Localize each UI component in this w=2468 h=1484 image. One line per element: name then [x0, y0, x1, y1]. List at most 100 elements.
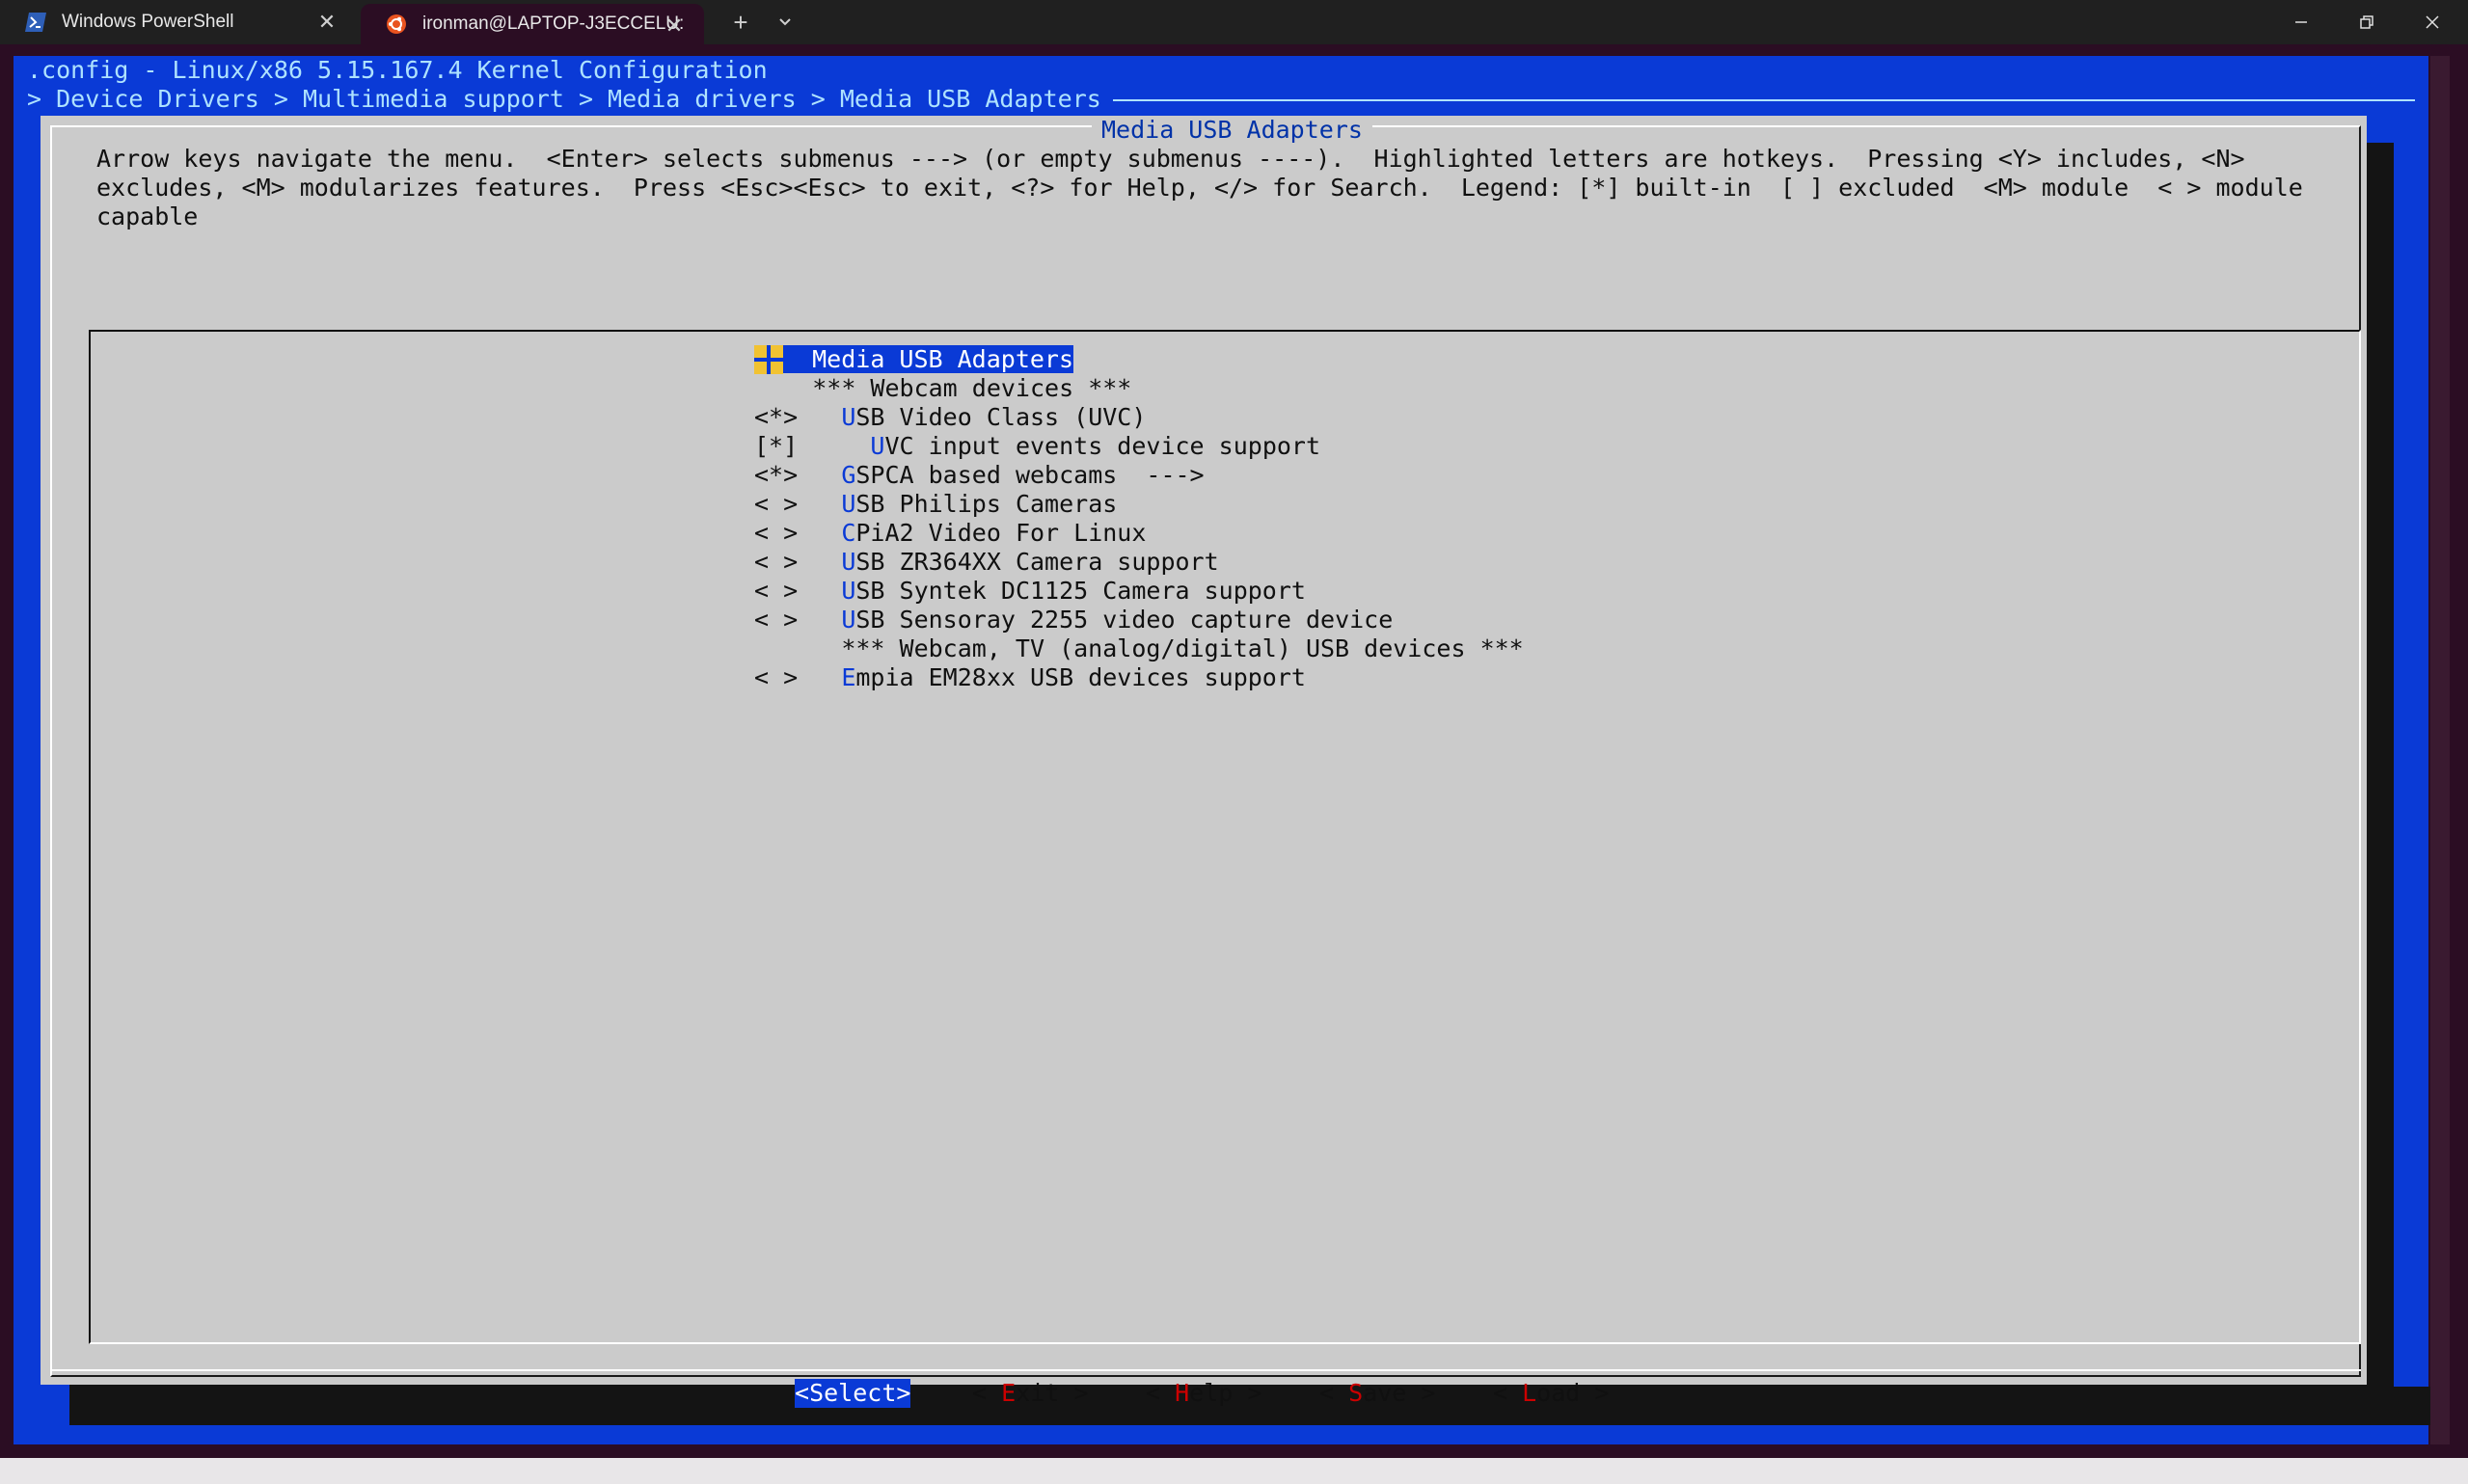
instructions: Arrow keys navigate the menu. <Enter> se…: [96, 145, 2303, 231]
desktop-strip: [0, 1458, 2468, 1484]
button-bar: <Select> < Exit > < Help > < Save > < Load >: [41, 1379, 2367, 1408]
menu-item-hotkey: U: [841, 606, 856, 634]
menu-item-label: SB Syntek DC1125 Camera support: [855, 577, 1306, 605]
button-bracket: >: [1059, 1379, 1089, 1407]
tab-ubuntu-shell[interactable]: ironman@LAPTOP-J3ECCELU: ✕: [361, 4, 704, 44]
menu-item-hotkey: U: [841, 577, 856, 605]
tab-windows-powershell[interactable]: Windows PowerShell ✕: [0, 0, 357, 44]
tab-label: ironman@LAPTOP-J3ECCELU:: [422, 13, 685, 34]
menu-items: Media USB Adapters *** Webcam devices **…: [754, 345, 1524, 692]
menu-item[interactable]: *** Webcam devices ***: [754, 374, 1524, 403]
menu-list-box: Media USB Adapters *** Webcam devices **…: [89, 330, 2361, 1344]
ubuntu-icon: [386, 13, 407, 35]
instruction-line: capable: [96, 202, 199, 230]
cursor-dash: [783, 345, 799, 373]
menu-item-selected[interactable]: Media USB Adapters: [754, 345, 1524, 374]
menu-item-hotkey: U: [841, 548, 856, 576]
menu-item-state: < >: [754, 577, 842, 605]
menu-item[interactable]: < > CPiA2 Video For Linux: [754, 519, 1524, 548]
select-button[interactable]: <Select>: [795, 1379, 911, 1408]
powershell-icon: [25, 12, 46, 33]
menu-item-label: SB Philips Cameras: [855, 490, 1118, 518]
menu-item-hotkey: U: [870, 432, 885, 460]
button-bracket: >: [1580, 1379, 1610, 1407]
button-hotkey: S: [1348, 1379, 1364, 1407]
menu-item-hotkey: G: [841, 461, 856, 489]
menu-item-state: <*>: [754, 403, 842, 431]
menu-item-label: *** Webcam devices ***: [812, 374, 1132, 402]
button-bracket: <: [795, 1379, 810, 1407]
menu-item-label: VC input events device support: [884, 432, 1321, 460]
menu-item-hotkey: C: [841, 519, 856, 547]
restore-icon[interactable]: [2334, 0, 2400, 44]
menu-item-state: [*]: [754, 432, 871, 460]
menu-item-label: *** Webcam, TV (analog/digital) USB devi…: [841, 634, 1524, 662]
button-bracket: <: [1319, 1379, 1349, 1407]
minimize-icon[interactable]: [2268, 0, 2334, 44]
button-bracket: <: [972, 1379, 1002, 1407]
button-hotkey: S: [809, 1379, 825, 1407]
menu-item-label: SPCA based webcams --->: [855, 461, 1205, 489]
menu-item[interactable]: < > USB Sensoray 2255 video capture devi…: [754, 606, 1524, 634]
button-separator: [50, 1369, 2361, 1371]
chevron-down-icon[interactable]: [768, 4, 802, 40]
menu-item[interactable]: < > USB Syntek DC1125 Camera support: [754, 577, 1524, 606]
button-label: elect: [824, 1379, 897, 1407]
menu-item-state: [754, 634, 841, 662]
menu-item[interactable]: < > USB Philips Cameras: [754, 490, 1524, 519]
menu-item-label: SB ZR364XX Camera support: [855, 548, 1219, 576]
button-hotkey: E: [1001, 1379, 1017, 1407]
menu-item[interactable]: *** Webcam, TV (analog/digital) USB devi…: [754, 634, 1524, 663]
instruction-line: excludes, <M> modularizes features. Pres…: [96, 174, 2303, 202]
menu-item-state: < >: [754, 548, 842, 576]
menu-item-label: mpia EM28xx USB devices support: [855, 663, 1306, 691]
menu-item-state: < >: [754, 663, 842, 691]
button-bracket: >: [1406, 1379, 1436, 1407]
dialog-title: Media USB Adapters: [1092, 116, 1372, 145]
menu-item-hotkey: U: [841, 490, 856, 518]
menu-item-state: <*>: [754, 461, 842, 489]
button-bracket: <: [1146, 1379, 1176, 1407]
button-label: elp: [1189, 1379, 1234, 1407]
menu-item-label: Media USB Adapters: [798, 345, 1074, 373]
menu-dialog: Media USB Adapters Arrow keys navigate t…: [41, 116, 2367, 1408]
menuconfig-screen: .config - Linux/x86 5.15.167.4 Kernel Co…: [14, 56, 2430, 1444]
menu-item-state: < >: [754, 519, 842, 547]
help-button[interactable]: < Help >: [1146, 1379, 1261, 1408]
button-hotkey: L: [1522, 1379, 1537, 1407]
menu-item[interactable]: < > Empia EM28xx USB devices support: [754, 663, 1524, 692]
terminal-titlebar: Windows PowerShell ✕ ironman@LAPTOP-J3EC…: [0, 0, 2468, 44]
instruction-line: Arrow keys navigate the menu. <Enter> se…: [96, 145, 2245, 173]
close-window-icon[interactable]: [2400, 0, 2465, 44]
menu-item-state: < >: [754, 490, 842, 518]
header-rule: [1113, 99, 2415, 101]
tab-label: Windows PowerShell: [62, 12, 234, 32]
close-tab-icon[interactable]: ✕: [312, 8, 341, 37]
new-tab-plus-icon[interactable]: +: [721, 4, 760, 40]
close-tab-icon[interactable]: ✕: [660, 12, 689, 40]
load-button[interactable]: < Load >: [1493, 1379, 1609, 1408]
menu-item[interactable]: <*> USB Video Class (UVC): [754, 403, 1524, 432]
button-bracket: >: [896, 1379, 911, 1407]
button-label: ave: [1363, 1379, 1407, 1407]
button-bracket: <: [1493, 1379, 1523, 1407]
scrollbar-track[interactable]: [2430, 56, 2450, 1444]
breadcrumb: > Device Drivers > Multimedia support > …: [27, 85, 1101, 113]
menu-item[interactable]: <*> GSPCA based webcams --->: [754, 461, 1524, 490]
menu-item-hotkey: E: [841, 663, 856, 691]
cursor-marker-icon: [754, 345, 783, 374]
menu-item-hotkey: U: [841, 403, 856, 431]
menu-item-label: PiA2 Video For Linux: [855, 519, 1147, 547]
button-label: xit: [1016, 1379, 1060, 1407]
menu-item-state: < >: [754, 606, 842, 634]
menu-item-label: SB Sensoray 2255 video capture device: [855, 606, 1394, 634]
menu-item[interactable]: < > USB ZR364XX Camera support: [754, 548, 1524, 577]
exit-button[interactable]: < Exit >: [972, 1379, 1088, 1408]
button-bracket: >: [1233, 1379, 1262, 1407]
menu-item-label: SB Video Class (UVC): [855, 403, 1147, 431]
button-label: oad: [1536, 1379, 1581, 1407]
menu-item[interactable]: [*] UVC input events device support: [754, 432, 1524, 461]
config-title: .config - Linux/x86 5.15.167.4 Kernel Co…: [27, 56, 768, 84]
menu-item-state: [754, 374, 812, 402]
save-button[interactable]: < Save >: [1319, 1379, 1435, 1408]
